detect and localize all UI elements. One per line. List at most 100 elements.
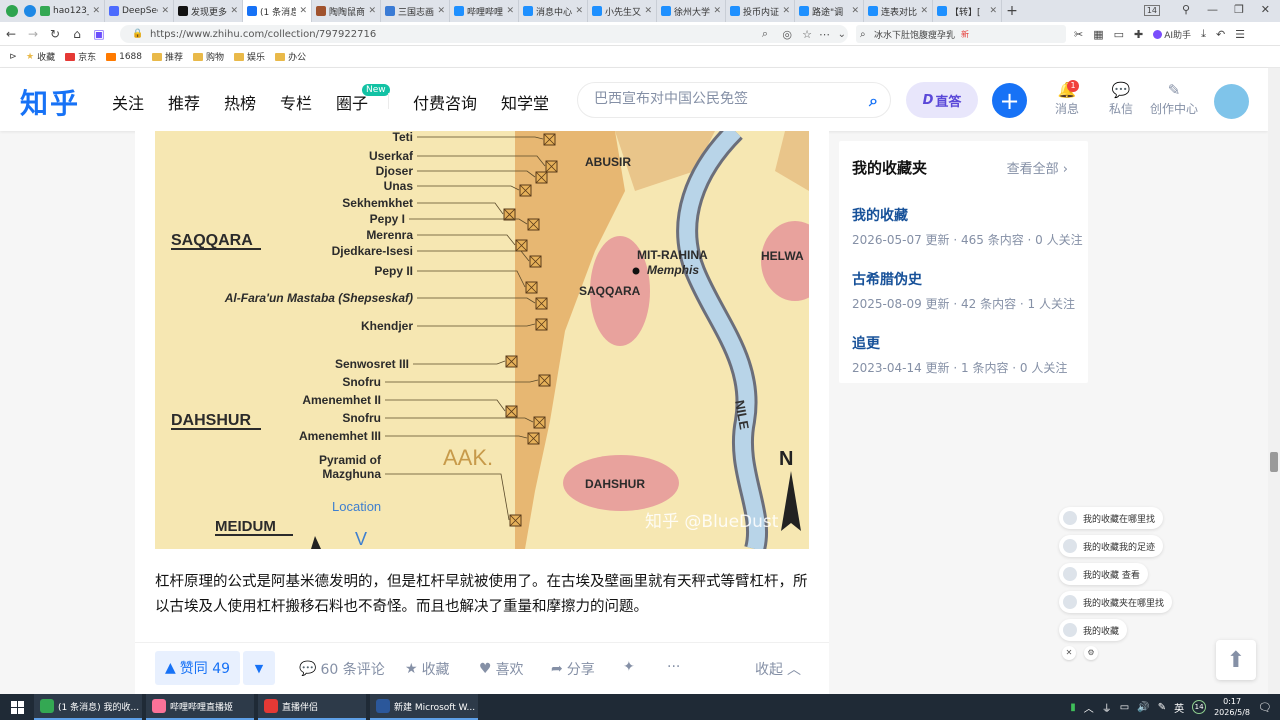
tab-close-icon[interactable]: ✕ [851,6,859,16]
nav-tab[interactable]: 专栏 [280,90,312,114]
more-button[interactable]: ··· [667,659,680,675]
browser-tab[interactable]: hao123_ ✕ [36,0,105,22]
ime-indicator[interactable]: 英 [1174,700,1184,715]
taskbar-item[interactable]: (1 条消息) 我的收... [34,694,142,720]
collect-button[interactable]: ★ 收藏 [405,659,450,679]
create-plus-button[interactable]: + [992,83,1027,118]
nav-tab[interactable]: 知学堂 [501,90,549,114]
tray-badge[interactable]: 14 [1192,700,1207,714]
nav-tab[interactable]: 关注 [112,90,144,114]
downvote-button[interactable]: ▼ [243,651,275,685]
bookmark-item[interactable]: 办公 [275,50,306,63]
taskbar-item[interactable]: 新建 Microsoft W... [370,694,478,720]
restore-icon[interactable]: ❐ [1234,3,1244,16]
network-icon[interactable]: ▭ [1120,702,1129,713]
sidebar-toggle-icon[interactable]: ⊳ [0,52,26,62]
tab-close-icon[interactable]: ✕ [506,6,514,16]
tab-count-badge[interactable]: 14 [1143,5,1160,16]
star-icon[interactable]: ☆ [802,28,812,41]
telegram-icon[interactable] [24,5,36,17]
collection-item[interactable]: 追更 2023-04-14 更新 · 1 条内容 · 0 人关注 [852,333,1067,376]
browser-tab[interactable]: 三国志画 ✕ [381,0,450,22]
browser-tab[interactable]: 【转】[✕ [933,0,1002,22]
pen-icon[interactable]: ✎ [1158,702,1166,713]
battery-icon[interactable]: ▮ [1070,702,1076,713]
browser-tab[interactable]: 消息中心 ✕ [519,0,588,22]
browser-tab[interactable]: 小先生又 ✕ [588,0,657,22]
tab-close-icon[interactable]: ✕ [575,6,583,16]
nav-tab[interactable]: 付费咨询 [413,90,477,114]
browser-tab[interactable]: DeepSee✕ [105,0,174,22]
suggestion-chip[interactable]: 我的收藏 [1059,619,1128,641]
close-window-icon[interactable]: ✕ [1261,3,1270,16]
browser-tab[interactable]: 连表对比 ✕ [864,0,933,22]
ai-icon[interactable]: ▣ [88,27,110,41]
zhihu-search-input[interactable] [594,91,844,107]
collection-item[interactable]: 古希腊伪史 2025-08-09 更新 · 42 条内容 · 1 人关注 [852,269,1075,312]
page-scrollbar[interactable] [1268,68,1280,694]
undo-icon[interactable]: ↶ [1216,28,1225,41]
home-icon[interactable]: ⌂ [66,27,88,41]
scrollbar-thumb[interactable] [1270,452,1278,472]
zoom-icon[interactable]: ⌕ [762,27,768,41]
notification-icon[interactable]: 🗨 [1258,701,1272,714]
zhihu-search-box[interactable]: ⌕ [577,82,891,118]
collection-name[interactable]: 我的收藏 [852,205,1083,225]
location-icon[interactable]: ◎ [782,28,792,41]
back-to-top-button[interactable]: ⬆ [1216,640,1256,680]
chips-settings-icon[interactable]: ⚙ [1084,646,1098,660]
scissors-icon[interactable]: ✂ [1074,28,1083,41]
bookmark-item[interactable]: 购物 [193,50,224,63]
taskbar-item[interactable]: 哔哩哔哩直播姬 [146,694,254,720]
suggestion-chip[interactable]: 我的收藏 查看 [1059,563,1148,585]
tab-close-icon[interactable]: ✕ [713,6,721,16]
start-button[interactable] [0,700,34,714]
back-icon[interactable]: ← [0,27,22,41]
like-button[interactable]: ♥ 喜欢 [479,659,524,679]
tab-close-icon[interactable]: ✕ [920,6,928,16]
bookmark-item[interactable]: 1688 [106,52,142,62]
forward-icon[interactable]: → [22,27,44,41]
collection-name[interactable]: 追更 [852,333,1067,353]
clock[interactable]: 0:17 2026/5/8 [1214,696,1250,718]
new-tab-button[interactable]: + [1002,3,1022,19]
minimize-icon[interactable]: — [1207,3,1218,16]
tab-close-icon[interactable]: ✕ [989,6,997,16]
usb-icon[interactable]: ⏚ [1102,700,1112,715]
screenshot-icon[interactable]: ▦ [1093,28,1103,41]
collection-name[interactable]: 古希腊伪史 [852,269,1075,289]
tab-close-icon[interactable]: ✕ [230,6,238,16]
reader-icon[interactable]: ▭ [1114,28,1124,41]
suggestion-chip[interactable]: 我的收藏夹在哪里找 [1059,591,1173,613]
tab-close-icon[interactable]: ✕ [782,6,790,16]
suggestion-chip[interactable]: 我的收藏在哪里找 [1059,507,1164,529]
messages-button[interactable]: 🔔 1 消息 [1042,80,1092,117]
more-icon[interactable]: ⋯ [819,28,830,41]
bookmark-item[interactable]: 娱乐 [234,50,265,63]
nav-tab[interactable]: 热榜 [224,90,256,114]
collapse-button[interactable]: 收起 ︿ [755,659,801,679]
pin-icon[interactable]: ⚲ [1182,3,1190,16]
download-icon[interactable]: ⤓ [1201,27,1206,41]
bookmark-item[interactable]: 京东 [65,50,96,63]
bookmark-item[interactable]: 推荐 [152,50,183,63]
tab-close-icon[interactable]: ✕ [437,6,445,16]
volume-icon[interactable]: 🔊 [1137,702,1149,713]
zhida-button[interactable]: D 直答 [906,82,978,118]
tray-up-icon[interactable]: ︿ [1084,700,1094,715]
tab-close-icon[interactable]: ✕ [644,6,652,16]
browser-tab[interactable]: 发现更多 ✕ [174,0,243,22]
chips-close-icon[interactable]: ✕ [1062,646,1076,660]
browser-search-field[interactable]: ⌕ 冰水下肚饱腹瘦孕乳 新 [856,25,1066,43]
tab-close-icon[interactable]: ✕ [161,6,169,16]
bookmark-item[interactable]: ★ 收藏 [26,50,55,64]
share-button[interactable]: ➦ 分享 [551,659,595,679]
browser-tab[interactable]: 路途"调 ✕ [795,0,864,22]
upvote-button[interactable]: ▲ 赞同 49 [155,651,240,685]
browser-tab[interactable]: 陶陶鼠商 ✕ [312,0,381,22]
ai-assistant-button[interactable]: AI助手 [1153,28,1191,41]
ai-sparkle-button[interactable]: ✦ [623,659,635,675]
tab-close-icon[interactable]: ✕ [299,6,307,16]
browser-tab[interactable]: 哔哩哔哩 ✕ [450,0,519,22]
url-field[interactable]: 🔒 https://www.zhihu.com/collection/79792… [120,25,848,43]
